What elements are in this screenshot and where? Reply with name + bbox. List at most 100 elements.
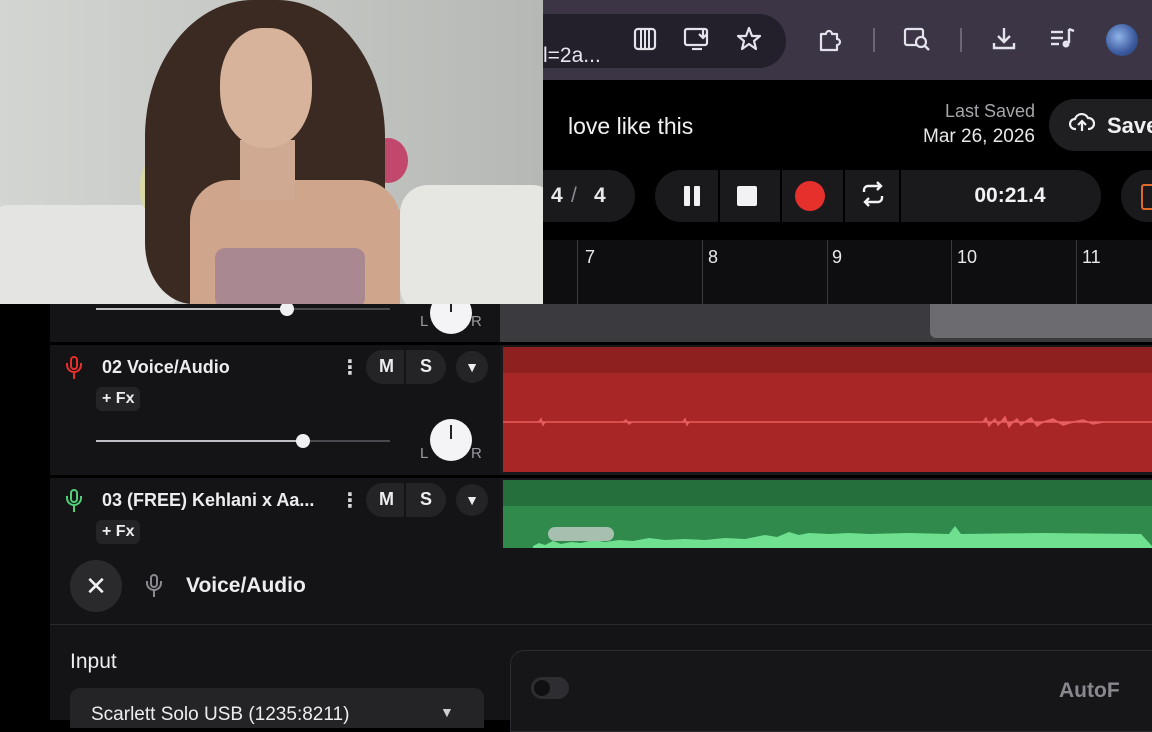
profile-avatar[interactable] (1106, 24, 1138, 56)
time-readout: 00:21.4 (974, 184, 1046, 207)
bar-number: 7 (585, 247, 596, 267)
volume-slider-fill (96, 440, 302, 442)
time-signature-top: 4 (551, 184, 563, 207)
input-device-select[interactable]: Scarlett Solo USB (1235:8211) ▼ (70, 688, 484, 728)
track-detail-title: Voice/Audio (186, 574, 306, 597)
track-name[interactable]: 03 (FREE) Kehlani x Aa... (102, 490, 314, 511)
input-device-value: Scarlett Solo USB (1235:8211) (91, 704, 350, 725)
metronome-button[interactable] (1121, 170, 1152, 222)
download-icon[interactable] (990, 26, 1018, 54)
extensions-icon[interactable] (816, 26, 844, 54)
pan-knob-indicator (450, 425, 452, 439)
pause-icon-bar-left (684, 186, 690, 206)
close-button[interactable]: ✕ (70, 560, 122, 612)
volume-slider-fill (96, 308, 286, 310)
time-signature-bottom: 4 (594, 184, 606, 207)
pause-button[interactable] (661, 170, 723, 222)
transport-divider (899, 170, 901, 222)
bar-number: 10 (957, 247, 978, 267)
left-gutter (0, 304, 50, 720)
bar-number: 11 (1082, 247, 1101, 267)
webcam-sofa-right (400, 185, 543, 304)
pan-left-label: L (420, 445, 429, 462)
audio-clip-selection (930, 304, 1152, 338)
chevron-down-icon: ▼ (465, 359, 479, 375)
media-controls-icon[interactable] (1048, 26, 1076, 54)
mute-button[interactable]: M (379, 489, 394, 510)
autotune-label: AutoF (1059, 679, 1120, 702)
track-expand-button[interactable]: ▼ (456, 484, 488, 516)
volume-slider[interactable] (96, 302, 390, 316)
autotune-toggle[interactable] (531, 677, 569, 699)
bar-line (951, 240, 952, 304)
loop-button[interactable] (843, 170, 905, 222)
volume-slider[interactable] (96, 434, 390, 448)
bar-line (702, 240, 703, 304)
pan-knob[interactable] (430, 419, 472, 461)
mute-button[interactable]: M (379, 356, 394, 377)
search-page-icon[interactable] (903, 26, 931, 54)
browser-toolbar: l=2a... (543, 0, 1152, 80)
pan-left-label: L (420, 313, 429, 330)
track-menu-icon[interactable]: ⋮ (340, 488, 360, 513)
mute-solo-divider (404, 483, 406, 517)
mute-solo-divider (404, 350, 406, 384)
pause-icon-bar-right (694, 186, 700, 206)
bar-number: 8 (708, 247, 719, 267)
volume-slider-thumb[interactable] (280, 302, 294, 316)
track-expand-button[interactable]: ▼ (456, 351, 488, 383)
add-fx-button[interactable]: + Fx (96, 520, 141, 544)
input-label: Input (70, 650, 117, 673)
close-icon: ✕ (85, 571, 107, 601)
save-button[interactable]: Save (1049, 99, 1152, 151)
stop-button[interactable] (716, 170, 778, 222)
solo-button[interactable]: S (420, 489, 432, 510)
record-icon (795, 181, 825, 211)
bookmark-star-icon[interactable] (735, 26, 763, 54)
bar-line (1076, 240, 1077, 304)
webcam-person-top (215, 248, 365, 304)
track-detail-header: ✕ Voice/Audio (50, 548, 1152, 625)
last-saved-label: Last Saved (944, 101, 1035, 121)
waveform (503, 415, 1152, 429)
toolbar-divider (960, 28, 962, 52)
install-app-icon[interactable] (683, 26, 711, 54)
audio-clip-track-02[interactable] (503, 347, 1152, 472)
add-fx-button[interactable]: + Fx (96, 387, 141, 411)
scroll-handle[interactable] (548, 527, 614, 541)
stop-icon (737, 186, 757, 206)
bar-line (577, 240, 578, 304)
cloud-upload-icon (1068, 111, 1096, 139)
time-signature-separator: / (571, 184, 577, 207)
track-row-voice-audio: 02 Voice/Audio ⋮ M S ▼ + Fx L R (50, 345, 500, 475)
audio-clip-track-01[interactable] (500, 304, 1152, 342)
solo-button[interactable]: S (420, 356, 432, 377)
pan-right-label: R (471, 445, 482, 462)
timeline-ruler[interactable]: 7 8 9 10 11 (543, 240, 1152, 304)
loop-icon (859, 180, 887, 215)
app-header: love like this Last Saved Mar 26, 2026 S… (543, 80, 1152, 240)
track-menu-icon[interactable]: ⋮ (340, 355, 360, 380)
record-button[interactable] (779, 170, 841, 222)
save-button-label: Save (1107, 113, 1152, 138)
piano-icon[interactable] (631, 26, 659, 54)
track-detail-panel: ✕ Voice/Audio Input Scarlett Solo USB (1… (50, 548, 1152, 732)
chevron-down-icon: ▼ (440, 704, 454, 720)
track-row-kehlani: 03 (FREE) Kehlani x Aa... ⋮ M S ▼ + Fx (50, 478, 500, 548)
address-bar-text[interactable]: l=2a... (543, 44, 601, 68)
webcam-person-face (220, 28, 312, 148)
transport-controls: 00:21.4 (655, 170, 1101, 222)
bar-line (827, 240, 828, 304)
toolbar-divider (873, 28, 875, 52)
track-name[interactable]: 02 Voice/Audio (102, 357, 230, 378)
pan-right-label: R (471, 313, 482, 330)
mute-solo-group: M S (366, 350, 446, 384)
microphone-icon (66, 356, 82, 380)
bar-number: 9 (832, 247, 843, 267)
webcam-overlay (0, 0, 543, 304)
project-title[interactable]: love like this (568, 113, 693, 140)
toggle-knob (534, 680, 550, 696)
time-signature[interactable]: 4 / 4 (543, 170, 635, 222)
last-saved-date: Mar 26, 2026 (923, 126, 1035, 147)
volume-slider-thumb[interactable] (296, 434, 310, 448)
